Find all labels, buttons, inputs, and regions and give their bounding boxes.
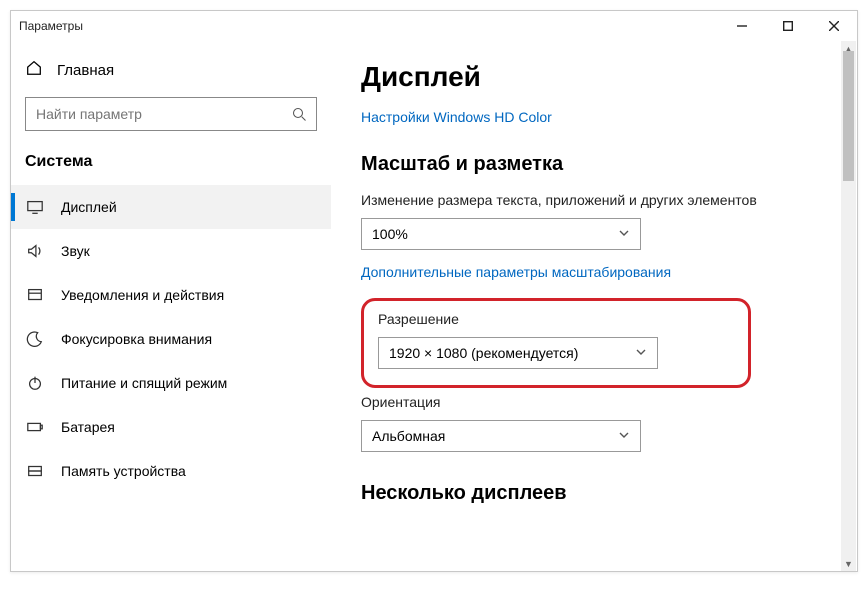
sidebar: Главная Система Дисплей (11, 41, 331, 571)
resolution-highlight: Разрешение 1920 × 1080 (рекомендуется) (361, 298, 751, 388)
resolution-dropdown[interactable]: 1920 × 1080 (рекомендуется) (378, 337, 658, 369)
sidebar-item-label: Питание и спящий режим (61, 375, 227, 391)
scale-dropdown[interactable]: 100% (361, 218, 641, 250)
minimize-icon (737, 21, 747, 31)
storage-icon (25, 462, 45, 480)
scroll-down-arrow[interactable]: ▼ (841, 556, 856, 571)
main-panel: Дисплей Настройки Windows HD Color Масшт… (331, 41, 857, 571)
scale-label: Изменение размера текста, приложений и д… (361, 192, 827, 208)
chevron-down-icon (618, 226, 630, 242)
hd-color-link[interactable]: Настройки Windows HD Color (361, 109, 552, 125)
search-input[interactable] (26, 106, 282, 122)
multi-displays-heading: Несколько дисплеев (361, 482, 827, 505)
orientation-block: Ориентация Альбомная (361, 394, 827, 452)
page-title: Дисплей (361, 61, 827, 93)
chevron-down-icon (618, 428, 630, 444)
search-icon (282, 107, 316, 122)
sidebar-item-battery[interactable]: Батарея (11, 405, 331, 449)
power-icon (25, 374, 45, 392)
moon-icon (25, 330, 45, 348)
scale-heading: Масштаб и разметка (361, 153, 827, 176)
close-button[interactable] (811, 11, 857, 41)
sidebar-item-power[interactable]: Питание и спящий режим (11, 361, 331, 405)
sidebar-item-label: Звук (61, 243, 90, 259)
window-title: Параметры (19, 19, 719, 33)
orientation-dropdown[interactable]: Альбомная (361, 420, 641, 452)
orientation-dropdown-value: Альбомная (372, 428, 445, 444)
sidebar-item-storage[interactable]: Память устройства (11, 449, 331, 493)
orientation-label: Ориентация (361, 394, 827, 410)
content-area: Главная Система Дисплей (11, 41, 857, 571)
search-wrap (11, 89, 331, 149)
home-link[interactable]: Главная (11, 51, 331, 89)
sidebar-section-label: Система (11, 149, 331, 185)
settings-window: Параметры Главная (10, 10, 858, 572)
home-icon (25, 59, 43, 81)
battery-icon (25, 418, 45, 436)
maximize-icon (783, 21, 793, 31)
sidebar-item-notifications[interactable]: Уведомления и действия (11, 273, 331, 317)
search-box[interactable] (25, 97, 317, 131)
scrollbar[interactable]: ▲ ▼ (841, 41, 856, 571)
resolution-dropdown-value: 1920 × 1080 (рекомендуется) (389, 345, 578, 361)
sidebar-item-label: Уведомления и действия (61, 287, 224, 303)
nav-list: Дисплей Звук Уведомления и действия (11, 185, 331, 493)
chevron-down-icon (635, 345, 647, 361)
close-icon (829, 21, 839, 31)
sidebar-item-focus-assist[interactable]: Фокусировка внимания (11, 317, 331, 361)
advanced-scaling-link[interactable]: Дополнительные параметры масштабирования (361, 264, 827, 280)
resolution-label: Разрешение (378, 311, 730, 327)
sidebar-item-display[interactable]: Дисплей (11, 185, 331, 229)
sidebar-item-label: Фокусировка внимания (61, 331, 212, 347)
maximize-button[interactable] (765, 11, 811, 41)
display-icon (25, 198, 45, 216)
scale-dropdown-value: 100% (372, 226, 408, 242)
scrollbar-thumb[interactable] (843, 51, 854, 181)
notifications-icon (25, 286, 45, 304)
sidebar-item-label: Батарея (61, 419, 115, 435)
sound-icon (25, 242, 45, 260)
sidebar-item-label: Дисплей (61, 199, 117, 215)
home-label: Главная (57, 62, 114, 79)
sidebar-item-label: Память устройства (61, 463, 186, 479)
sidebar-item-sound[interactable]: Звук (11, 229, 331, 273)
minimize-button[interactable] (719, 11, 765, 41)
window-controls (719, 11, 857, 41)
titlebar: Параметры (11, 11, 857, 41)
